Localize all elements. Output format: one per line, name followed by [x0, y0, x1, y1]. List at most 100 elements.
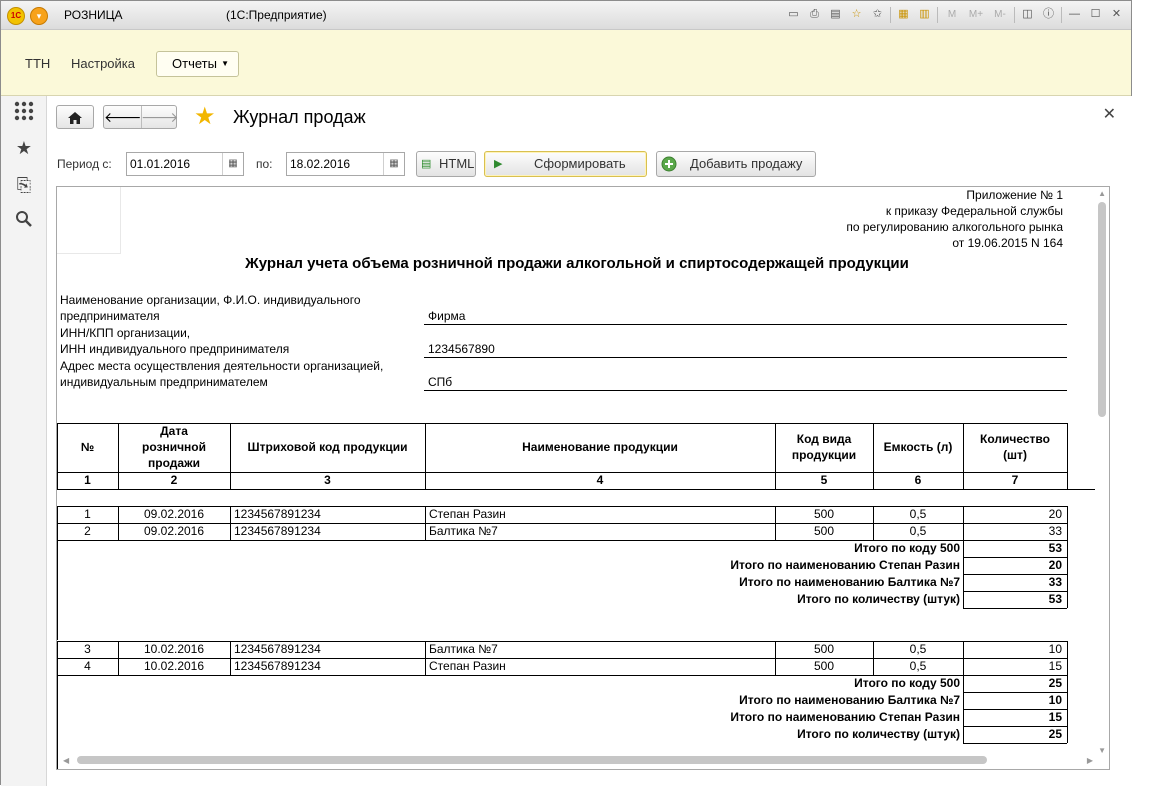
- row-number: 1: [84, 507, 91, 521]
- column-header-quantity: (шт): [1003, 448, 1027, 462]
- total-value: 20: [1048, 558, 1062, 572]
- total-border: [963, 675, 964, 743]
- preview-icon[interactable]: ▤: [827, 6, 844, 23]
- row-date: 10.02.2016: [143, 642, 205, 656]
- maximize-icon[interactable]: ☐: [1087, 6, 1104, 23]
- row-code: 500: [813, 507, 835, 521]
- row-barcode: 1234567891234: [234, 507, 321, 521]
- period-from-field[interactable]: 01.01.2016 ▦: [126, 152, 244, 176]
- info-icon[interactable]: ⓘ: [1040, 6, 1057, 23]
- period-to-field[interactable]: 18.02.2016 ▦: [286, 152, 405, 176]
- total-label: Итого по наименованию Балтика №7: [739, 693, 960, 707]
- memory-m-icon[interactable]: M: [942, 6, 962, 23]
- html-button-label: HTML: [439, 156, 475, 171]
- forward-button[interactable]: 🡒: [141, 106, 179, 128]
- form-title: Журнал продаж: [233, 107, 366, 127]
- total-border: [963, 540, 964, 608]
- table-border: [425, 506, 426, 540]
- total-value: 53: [1048, 592, 1062, 606]
- total-border: [1067, 540, 1068, 608]
- report-document[interactable]: ▲ ▼ ◀ ▶ Приложение № 1 к приказу Федераль…: [56, 186, 1110, 770]
- row-code: 500: [813, 524, 835, 538]
- vertical-scrollbar[interactable]: [1098, 202, 1106, 417]
- total-label: Итого по наименованию Степан Разин: [730, 558, 960, 572]
- toolbar-separator: [937, 6, 938, 23]
- back-button[interactable]: 🡐: [104, 106, 142, 128]
- column-header-date: розничной: [141, 440, 206, 454]
- main-menu-icon[interactable]: ▾: [30, 7, 48, 25]
- favorites-icon[interactable]: ✩: [869, 6, 886, 23]
- favorites-add-icon[interactable]: ☆: [848, 6, 865, 23]
- total-value: 10: [1048, 693, 1062, 707]
- period-from-value: 01.01.2016: [130, 157, 191, 171]
- row-date: 09.02.2016: [143, 507, 205, 521]
- horizontal-scrollbar[interactable]: [77, 756, 987, 764]
- row-quantity: 15: [1048, 659, 1062, 673]
- panel-icon[interactable]: ◫: [1019, 6, 1036, 23]
- section-ttn[interactable]: ТТН: [25, 56, 50, 71]
- total-label: Итого по наименованию Балтика №7: [739, 575, 960, 589]
- minimize-icon[interactable]: —: [1066, 6, 1083, 23]
- row-product-name: Степан Разин: [429, 507, 506, 521]
- history-icon[interactable]: ⎘: [13, 174, 35, 196]
- app-logo-icon[interactable]: 1C: [7, 7, 25, 25]
- scroll-down-icon[interactable]: ▼: [1098, 746, 1106, 755]
- appendix-line: по регулированию алкогольного рынка: [846, 220, 1063, 234]
- table-border: [57, 506, 58, 540]
- table-border: [425, 641, 426, 675]
- search-icon[interactable]: [13, 210, 35, 232]
- home-button[interactable]: [56, 105, 94, 129]
- calendar-icon[interactable]: ▦: [222, 153, 243, 175]
- calendar-icon[interactable]: ▦: [383, 153, 404, 175]
- row-volume: 0,5: [909, 642, 927, 656]
- print-icon[interactable]: ⎙: [806, 6, 823, 23]
- section-settings[interactable]: Настройка: [71, 56, 135, 71]
- row-number: 3: [84, 642, 91, 656]
- table-border: [57, 641, 58, 675]
- add-sale-button[interactable]: Добавить продажу: [656, 151, 816, 177]
- row-code: 500: [813, 659, 835, 673]
- column-header-volume: Емкость (л): [883, 440, 953, 454]
- scroll-left-icon[interactable]: ◀: [63, 756, 69, 765]
- close-icon[interactable]: ✕: [1108, 6, 1125, 23]
- column-number: 6: [914, 473, 922, 487]
- memory-mplus-icon[interactable]: M+: [966, 6, 986, 23]
- calendar-icon[interactable]: ▥: [916, 6, 933, 23]
- table-border: [775, 641, 776, 675]
- row-product-name: Балтика №7: [429, 524, 498, 538]
- report-title: Журнал учета объема розничной продажи ал…: [245, 255, 909, 272]
- reports-menu-button[interactable]: Отчеты ▼: [156, 51, 239, 77]
- favorites-star-icon[interactable]: ★: [13, 137, 35, 159]
- favorite-star-icon[interactable]: ★: [194, 104, 216, 130]
- row-number: 4: [84, 659, 91, 673]
- table-border: [873, 506, 874, 540]
- total-label: Итого по количеству (штук): [797, 727, 960, 741]
- html-icon: ▤: [421, 158, 432, 170]
- total-label: Итого по коду 500: [854, 541, 960, 555]
- memory-mminus-icon[interactable]: M-: [990, 6, 1010, 23]
- table-border: [230, 506, 231, 540]
- scroll-up-icon[interactable]: ▲: [1098, 189, 1106, 198]
- arrow-right-icon: 🡒: [141, 109, 179, 125]
- scroll-right-icon[interactable]: ▶: [1087, 756, 1093, 765]
- org-label: предпринимателя: [60, 309, 160, 323]
- apps-grid-icon[interactable]: [13, 100, 35, 122]
- html-button[interactable]: ▤ HTML: [416, 151, 476, 177]
- total-value: 25: [1048, 727, 1062, 741]
- column-header-quantity: Количество: [980, 432, 1050, 446]
- close-form-icon[interactable]: ✕: [1103, 104, 1116, 124]
- total-value: 53: [1048, 541, 1062, 555]
- row-quantity: 10: [1048, 642, 1062, 656]
- sheet-corner: [57, 187, 121, 254]
- table-border: [118, 641, 119, 675]
- row-product-name: Степан Разин: [429, 659, 506, 673]
- sales-journal-form: 🡐 🡒 ★ Журнал продаж ✕ Период с: 01.01.20…: [47, 96, 1132, 786]
- table-border: [57, 675, 58, 769]
- address-value: СПб: [428, 375, 453, 389]
- row-volume: 0,5: [909, 524, 927, 538]
- reports-menu-label: Отчеты: [172, 56, 217, 71]
- save-icon[interactable]: ▭: [785, 6, 802, 23]
- calculator-icon[interactable]: ▦: [895, 6, 912, 23]
- main-window: 1C ▾ РОЗНИЦА (1С:Предприятие) ▭ ⎙ ▤ ☆ ✩ ▦ ▥ M M+…: [0, 0, 1132, 786]
- generate-button[interactable]: ▶ Сформировать: [484, 151, 647, 177]
